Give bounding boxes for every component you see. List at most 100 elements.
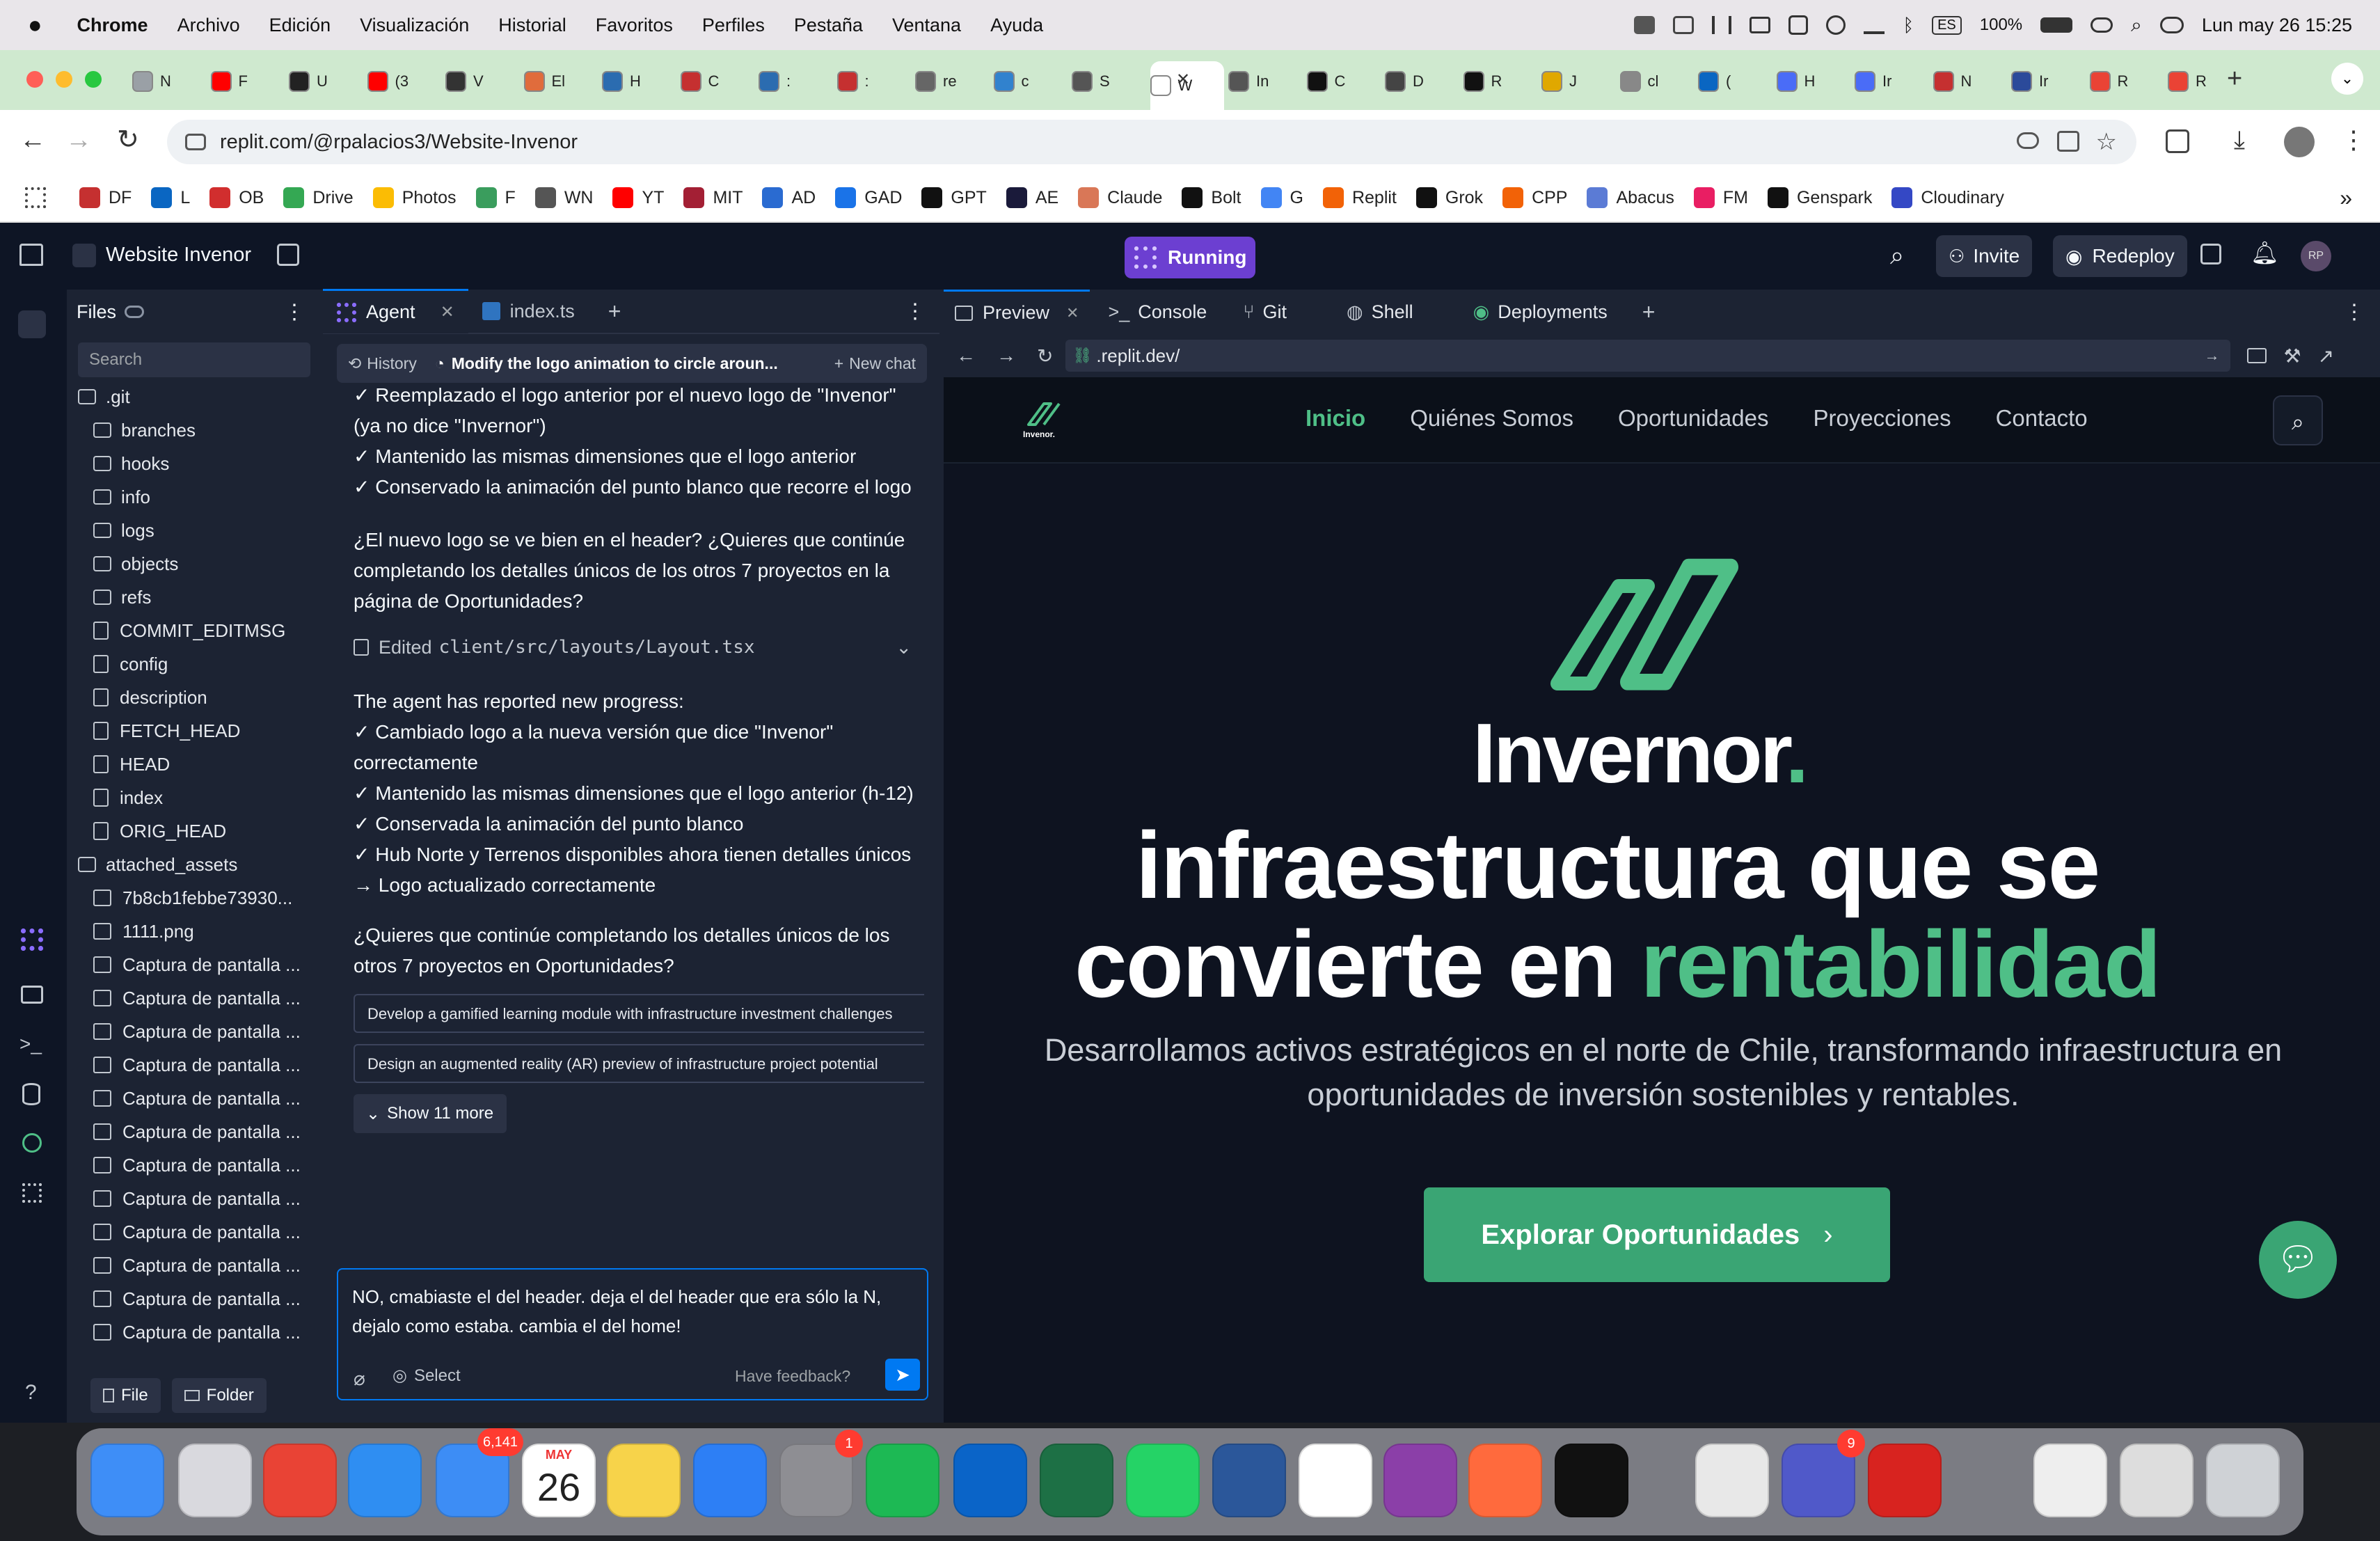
invite-button[interactable]: ⚇ Invite [1936, 235, 2033, 277]
audio-wave-icon[interactable] [1712, 16, 1732, 34]
file-row[interactable]: description [78, 681, 315, 714]
bookmark-item[interactable]: Photos [372, 187, 457, 208]
browser-tab[interactable]: cl [1619, 61, 1694, 102]
browser-tab[interactable]: S [1072, 61, 1145, 102]
explore-opportunities-button[interactable]: Explorar Oportunidades › [1424, 1187, 1890, 1282]
file-row[interactable]: Captura de pantalla ... [78, 1249, 315, 1282]
browser-tab[interactable]: V [445, 61, 519, 102]
bookmark-item[interactable]: GAD [835, 187, 902, 208]
input-language[interactable]: ES [1932, 15, 1962, 35]
bookmark-item[interactable]: MIT [683, 187, 743, 208]
devtools-icon[interactable]: ⚒ [2283, 345, 2301, 368]
safari-icon[interactable] [348, 1444, 422, 1517]
install-app-icon[interactable] [2057, 131, 2079, 152]
files-menu-icon[interactable]: ⋮ [284, 300, 305, 324]
preview-icon[interactable] [1695, 1444, 1769, 1517]
browser-tab[interactable]: c [993, 61, 1068, 102]
extensions-icon[interactable] [2166, 129, 2189, 153]
browser-tab[interactable]: C [1306, 61, 1381, 102]
file-row[interactable]: Captura de pantalla ... [78, 1282, 315, 1315]
menu-visualizacion[interactable]: Visualización [360, 15, 469, 36]
status-icon-teams[interactable] [1634, 16, 1656, 34]
select-element-button[interactable]: ◎ Select [392, 1366, 461, 1386]
browser-tab[interactable]: N [1933, 61, 2007, 102]
bookmark-item[interactable]: G [1260, 187, 1303, 208]
bookmark-item[interactable]: AD [762, 187, 816, 208]
preview-reload-icon[interactable]: ↻ [1037, 345, 1053, 368]
preview-back-icon[interactable]: ← [956, 345, 976, 367]
folder-row[interactable]: info [78, 480, 315, 514]
show-more-button[interactable]: ⌄ Show 11 more [354, 1094, 507, 1133]
go-arrow-icon[interactable]: → [2204, 347, 2219, 365]
chrome-menu-icon[interactable]: ⋮ [2341, 125, 2366, 155]
browser-tab[interactable]: J [1541, 61, 1615, 102]
user-avatar[interactable]: RP [2301, 241, 2331, 271]
browser-tab[interactable]: : [836, 61, 911, 102]
figma-like-icon[interactable] [1555, 1444, 1628, 1517]
file-row[interactable]: ORIG_HEAD [78, 814, 315, 848]
file-row[interactable]: 1111.png [78, 915, 315, 948]
menu-perfiles[interactable]: Perfiles [702, 15, 765, 36]
downloads-stack-icon[interactable] [2033, 1444, 2107, 1517]
browser-tab[interactable]: U [289, 61, 363, 102]
screen-mirror-icon[interactable] [1750, 17, 1771, 33]
control-center-icon[interactable] [2159, 17, 2184, 33]
files-tool-icon[interactable] [18, 310, 46, 338]
finder-icon[interactable] [90, 1444, 164, 1517]
window-minimize-button[interactable] [56, 71, 72, 88]
folder-row[interactable]: .git [78, 380, 315, 413]
bell-icon[interactable]: 🔔︎ [2251, 239, 2279, 266]
password-key-icon[interactable] [2017, 132, 2039, 149]
menu-archivo[interactable]: Archivo [177, 15, 240, 36]
file-row[interactable]: index [78, 781, 315, 814]
preview-menu-icon[interactable]: ⋮ [2344, 300, 2365, 324]
omnibox[interactable]: replit.com/@rpalacios3/Website-Invenor ☆ [167, 120, 2136, 164]
screen-recorder-icon[interactable] [1383, 1444, 1457, 1517]
tab-preview[interactable]: Preview ✕ [944, 290, 1090, 334]
file-row[interactable]: Captura de pantalla ... [78, 1148, 315, 1182]
bookmark-item[interactable]: Claude [1078, 187, 1162, 208]
suggestion-1[interactable]: Develop a gamified learning module with … [354, 994, 924, 1033]
apple-icon[interactable]: ● [28, 12, 42, 39]
nav-oportunidades[interactable]: Oportunidades [1618, 405, 1768, 432]
bookmark-item[interactable]: YT [612, 187, 664, 208]
launchpad-icon[interactable] [178, 1444, 252, 1517]
menu-edicion[interactable]: Edición [269, 15, 331, 36]
tab-agent[interactable]: Agent ✕ [323, 289, 468, 333]
folder-row[interactable]: objects [78, 547, 315, 580]
window-close-button[interactable] [26, 71, 43, 88]
run-button[interactable]: Running [1125, 237, 1255, 278]
chat-input-text[interactable]: NO, cmabiaste el del header. deja el del… [338, 1270, 927, 1353]
file-row[interactable]: FETCH_HEAD [78, 714, 315, 748]
new-file-button[interactable]: File [90, 1378, 161, 1413]
file-row[interactable]: HEAD [78, 748, 315, 781]
layout-toggle-icon[interactable] [2200, 244, 2221, 264]
browser-tab[interactable]: H [602, 61, 676, 102]
forward-icon[interactable]: → [65, 125, 92, 155]
browser-tab[interactable]: Ir [1855, 61, 1928, 102]
redeploy-button[interactable]: ◉ Redeploy [2053, 235, 2187, 277]
nav-inicio[interactable]: Inicio [1306, 405, 1365, 432]
spotlight-search-icon[interactable]: ⌕ [2131, 14, 2142, 37]
menu-favoritos[interactable]: Favoritos [596, 15, 673, 36]
folder-row[interactable]: hooks [78, 447, 315, 480]
tab-shell[interactable]: ◍ Shell [1305, 301, 1431, 323]
calendar31-icon[interactable] [1299, 1444, 1372, 1517]
excel-icon[interactable] [1040, 1444, 1113, 1517]
nav-contacto[interactable]: Contacto [1996, 405, 2088, 432]
tab-search-button[interactable]: ⌄ [2331, 63, 2363, 95]
bookmark-item[interactable]: L [151, 187, 190, 208]
nav-proyecciones[interactable]: Proyecciones [1813, 405, 1951, 432]
file-row[interactable]: COMMIT_EDITMSG [78, 614, 315, 647]
agent-tool-icon[interactable] [21, 928, 43, 951]
browser-tab[interactable]: N [132, 61, 206, 102]
send-button[interactable]: ➤ [885, 1359, 920, 1391]
new-chat-button[interactable]: + New chat [834, 354, 916, 373]
preview-url-bar[interactable]: ⛓ .replit.dev/ → [1065, 340, 2231, 372]
menu-pestana[interactable]: Pestaña [794, 15, 863, 36]
keynote-icon[interactable] [693, 1444, 767, 1517]
suggestion-2[interactable]: Design an augmented reality (AR) preview… [354, 1044, 924, 1083]
bookmark-item[interactable]: F [475, 187, 516, 208]
close-tab-icon[interactable]: ✕ [1176, 70, 1190, 90]
agent-menu-icon[interactable]: ⋮ [905, 299, 926, 324]
